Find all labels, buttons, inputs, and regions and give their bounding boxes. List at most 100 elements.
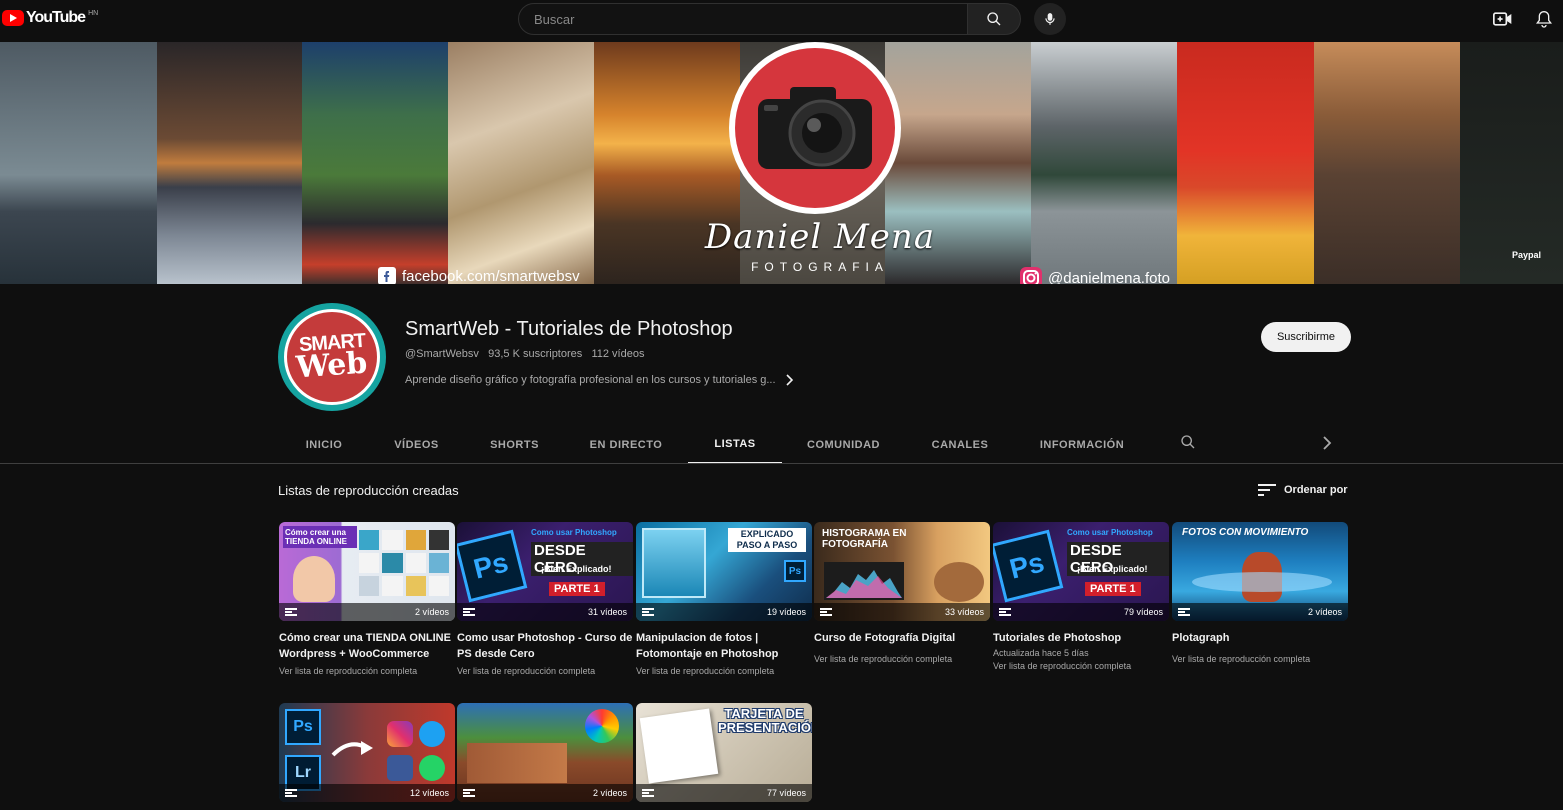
banner-facebook-link: facebook.com/smartwebsv bbox=[378, 267, 580, 284]
subscriber-count: 93,5 K suscriptores bbox=[488, 348, 583, 360]
channel-meta: @SmartWebsv 93,5 K suscriptores 112 víde… bbox=[405, 348, 644, 360]
photoshop-logo-icon: Ps bbox=[993, 529, 1064, 603]
search-input[interactable] bbox=[519, 4, 967, 34]
view-full-playlist-link[interactable]: Ver lista de reproducción completa bbox=[814, 654, 990, 664]
tab-en-directo[interactable]: EN DIRECTO bbox=[564, 426, 688, 464]
playlist-icon bbox=[463, 608, 475, 616]
playlist-title[interactable]: Cómo crear una TIENDA ONLINE Wordpress +… bbox=[279, 630, 455, 662]
banner-photo-parrot bbox=[1177, 42, 1314, 284]
playlist-title[interactable]: Curso de Fotografía Digital bbox=[814, 630, 990, 646]
playlist-icon bbox=[820, 608, 832, 616]
playlist-icon bbox=[642, 789, 654, 797]
video-camera-icon bbox=[1493, 12, 1512, 26]
voice-search-button[interactable] bbox=[1034, 3, 1066, 35]
channel-avatar[interactable]: SMART Web bbox=[278, 303, 386, 411]
thumb-building bbox=[467, 743, 567, 783]
playlist-thumbnail[interactable]: Ps Como usar Photoshop DESDE CERO ¡Bien … bbox=[457, 522, 633, 621]
playlist-card[interactable]: Cómo crear una TIENDA ONLINE 2 vídeos Có… bbox=[279, 522, 455, 676]
playlist-title[interactable]: Plotagraph bbox=[1172, 630, 1348, 646]
youtube-play-icon bbox=[2, 10, 24, 26]
instagram-icon bbox=[1020, 267, 1042, 284]
thumb-subtitle: Como usar Photoshop bbox=[1067, 528, 1153, 537]
banner-photo-street bbox=[302, 42, 448, 284]
video-count: 77 vídeos bbox=[766, 788, 806, 798]
playlist-thumbnail[interactable]: Ps Lr 12 vídeos bbox=[279, 703, 455, 802]
playlist-thumbnail[interactable]: FOTOS CON MOVIMIENTO 2 vídeos bbox=[1172, 522, 1348, 621]
channel-description-text: Aprende diseño gráfico y fotografía prof… bbox=[405, 374, 776, 386]
channel-search-button[interactable] bbox=[1180, 434, 1196, 455]
photoshop-logo-icon: Ps bbox=[784, 560, 806, 582]
tab-videos[interactable]: VÍDEOS bbox=[368, 426, 465, 464]
sort-button[interactable]: Ordenar por bbox=[1258, 483, 1348, 497]
playlist-title[interactable]: Manipulacion de fotos | Fotomontaje en P… bbox=[636, 630, 812, 662]
banner-photo-surfers bbox=[1314, 42, 1460, 284]
country-code: HN bbox=[88, 9, 99, 17]
playlist-card[interactable]: HISTOGRAMA EN FOTOGRAFÍA 33 vídeos Curso… bbox=[814, 522, 990, 664]
thumb-window bbox=[642, 528, 706, 598]
banner-photo-sea bbox=[0, 42, 157, 284]
tab-shorts[interactable]: SHORTS bbox=[465, 426, 564, 464]
playlist-card[interactable]: EXPLICADO PASO A PASO Ps 19 vídeos Manip… bbox=[636, 522, 812, 676]
camera-logo bbox=[729, 42, 901, 214]
thumb-caption: EXPLICADO PASO A PASO bbox=[728, 528, 806, 552]
chevron-right-icon bbox=[785, 374, 793, 386]
banner-instagram-link: @danielmena.foto bbox=[1020, 267, 1170, 284]
playlist-icon bbox=[285, 789, 297, 797]
create-button[interactable] bbox=[1493, 11, 1513, 32]
avatar-text-2: Web bbox=[295, 345, 369, 386]
thumb-caption: FOTOS CON MOVIMIENTO bbox=[1182, 527, 1309, 538]
video-count: 31 vídeos bbox=[587, 607, 627, 617]
banner-photo-volcano bbox=[1031, 42, 1177, 284]
tabs-next-button[interactable] bbox=[1322, 436, 1332, 455]
tab-canales[interactable]: CANALES bbox=[905, 426, 1015, 464]
playlist-thumbnail[interactable]: HISTOGRAMA EN FOTOGRAFÍA 33 vídeos bbox=[814, 522, 990, 621]
playlist-title[interactable]: Como usar Photoshop - Curso de PS desde … bbox=[457, 630, 633, 662]
thumb-subtitle: Como usar Photoshop bbox=[531, 528, 617, 537]
view-full-playlist-link[interactable]: Ver lista de reproducción completa bbox=[457, 666, 633, 676]
view-full-playlist-link[interactable]: Ver lista de reproducción completa bbox=[279, 666, 455, 676]
video-count: 2 vídeos bbox=[592, 788, 627, 798]
video-count: 2 vídeos bbox=[1307, 607, 1342, 617]
logo-text: YouTube bbox=[26, 9, 86, 26]
playlist-title[interactable]: Tutoriales de Photoshop bbox=[993, 630, 1169, 646]
playlist-card[interactable]: Ps Como usar Photoshop DESDE CERO ¡Bien … bbox=[993, 522, 1169, 671]
banner-signature: Daniel Mena bbox=[704, 217, 936, 257]
tab-informacion[interactable]: INFORMACIÓN bbox=[1015, 426, 1149, 464]
twitter-icon bbox=[419, 721, 445, 747]
playlist-icon bbox=[999, 608, 1011, 616]
playlist-thumbnail[interactable]: Cómo crear una TIENDA ONLINE 2 vídeos bbox=[279, 522, 455, 621]
channel-banner: Daniel Mena FOTOGRAFIA facebook.com/smar… bbox=[0, 42, 1563, 284]
banner-photo-clouds bbox=[157, 42, 302, 284]
channel-description[interactable]: Aprende diseño gráfico y fotografía prof… bbox=[405, 374, 794, 386]
tab-comunidad[interactable]: COMUNIDAD bbox=[782, 426, 905, 464]
youtube-logo[interactable]: YouTube HN bbox=[2, 9, 98, 27]
search-icon bbox=[1181, 435, 1195, 449]
view-full-playlist-link[interactable]: Ver lista de reproducción completa bbox=[993, 661, 1169, 671]
thumb-tagline: ¡Bien Explicado! bbox=[541, 564, 612, 574]
view-full-playlist-link[interactable]: Ver lista de reproducción completa bbox=[636, 666, 812, 676]
playlist-card[interactable]: FOTOS CON MOVIMIENTO 2 vídeos Plotagraph… bbox=[1172, 522, 1348, 664]
thumb-caption: Cómo crear una TIENDA ONLINE bbox=[283, 526, 357, 548]
tab-listas[interactable]: LISTAS bbox=[688, 426, 782, 464]
notifications-button[interactable] bbox=[1536, 10, 1552, 33]
banner-photo-food bbox=[448, 42, 594, 284]
playlist-card[interactable]: TARJETA DE PRESENTACIÓN 77 vídeos bbox=[636, 703, 812, 802]
facebook-url: facebook.com/smartwebsv bbox=[402, 267, 580, 285]
instagram-handle: @danielmena.foto bbox=[1048, 269, 1170, 285]
playlist-thumbnail[interactable]: Ps Como usar Photoshop DESDE CERO ¡Bien … bbox=[993, 522, 1169, 621]
playlist-card[interactable]: Ps Lr 12 vídeos bbox=[279, 703, 455, 802]
section-title: Listas de reproducción creadas bbox=[278, 483, 459, 498]
playlist-thumbnail[interactable]: EXPLICADO PASO A PASO Ps 19 vídeos bbox=[636, 522, 812, 621]
search-button[interactable] bbox=[967, 3, 1021, 35]
sort-icon bbox=[1258, 484, 1276, 496]
tab-inicio[interactable]: INICIO bbox=[280, 426, 368, 464]
playlist-thumbnail[interactable]: TARJETA DE PRESENTACIÓN 77 vídeos bbox=[636, 703, 812, 802]
playlist-card[interactable]: Ps Como usar Photoshop DESDE CERO ¡Bien … bbox=[457, 522, 633, 676]
thumb-tagline: ¡Bien Explicado! bbox=[1077, 564, 1148, 574]
view-full-playlist-link[interactable]: Ver lista de reproducción completa bbox=[1172, 654, 1348, 664]
channel-title: SmartWeb - Tutoriales de Photoshop bbox=[405, 318, 733, 340]
subscribe-button[interactable]: Suscribirme bbox=[1261, 322, 1351, 352]
camera-icon bbox=[758, 87, 872, 169]
playlist-thumbnail[interactable]: 2 vídeos bbox=[457, 703, 633, 802]
playlist-card[interactable]: 2 vídeos bbox=[457, 703, 633, 802]
